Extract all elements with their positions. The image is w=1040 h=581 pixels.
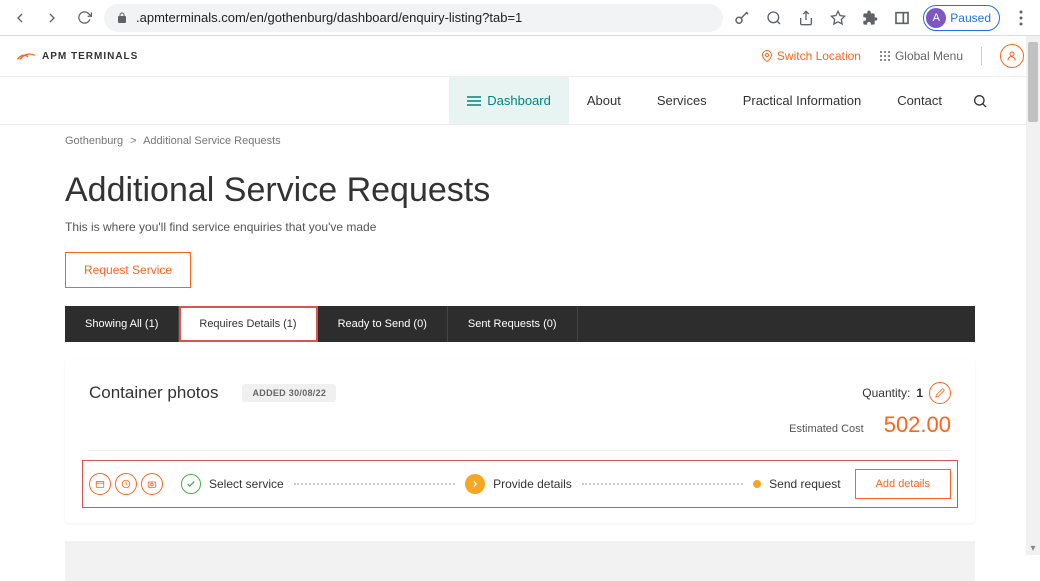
grid-icon <box>879 50 891 62</box>
profile-badge[interactable]: A Paused <box>923 5 1000 31</box>
extensions-icon[interactable] <box>859 7 881 29</box>
step-send-request: Send request <box>753 477 840 491</box>
request-service-button[interactable]: Request Service <box>65 252 191 288</box>
estimated-cost-label: Estimated Cost <box>789 423 864 435</box>
global-menu-text: Global Menu <box>895 49 963 63</box>
site-header: APM TERMINALS Switch Location Global Men… <box>0 36 1040 77</box>
breadcrumb: Gothenburg > Additional Service Requests <box>65 125 975 157</box>
lock-icon <box>116 12 128 24</box>
url-text: .apmterminals.com/en/gothenburg/dashboar… <box>136 10 522 25</box>
estimated-cost-value: 502.00 <box>884 412 951 438</box>
request-card: Container photos ADDED 30/08/22 Quantity… <box>65 360 975 523</box>
pencil-icon <box>935 388 945 398</box>
scrollbar-thumb[interactable] <box>1028 42 1038 122</box>
logo-text: APM TERMINALS <box>42 51 138 62</box>
browser-toolbar: .apmterminals.com/en/gothenburg/dashboar… <box>0 0 1040 36</box>
nav-practical-label: Practical Information <box>743 93 862 108</box>
tab-ready-to-send[interactable]: Ready to Send (0) <box>318 306 448 342</box>
step-done-icon <box>181 474 201 494</box>
add-details-button[interactable]: Add details <box>855 469 951 499</box>
reload-button[interactable] <box>72 6 96 30</box>
nav-dashboard-label: Dashboard <box>487 93 551 108</box>
clock-icon <box>121 479 131 489</box>
step-pending-icon <box>753 480 761 488</box>
card-added-badge: ADDED 30/08/22 <box>242 384 336 402</box>
card-title: Container photos <box>89 383 218 403</box>
nav-practical[interactable]: Practical Information <box>725 77 880 124</box>
check-icon <box>186 479 196 489</box>
search-icon <box>972 93 988 109</box>
user-icon <box>1006 50 1018 62</box>
panel-icon[interactable] <box>891 7 913 29</box>
container-type-icon-1 <box>89 473 111 495</box>
step3-label: Send request <box>769 477 840 491</box>
nav-contact[interactable]: Contact <box>879 77 960 124</box>
switch-location-text: Switch Location <box>777 49 861 63</box>
quantity-value: 1 <box>916 386 923 400</box>
share-icon[interactable] <box>795 7 817 29</box>
profile-avatar: A <box>926 8 946 28</box>
nav-services[interactable]: Services <box>639 77 725 124</box>
nav-dashboard[interactable]: Dashboard <box>449 77 569 124</box>
step-connector <box>582 483 743 485</box>
site-logo[interactable]: APM TERMINALS <box>16 50 138 62</box>
profile-status: Paused <box>950 11 991 25</box>
user-avatar[interactable] <box>1000 44 1024 68</box>
nav-search[interactable] <box>960 77 1000 124</box>
forward-button[interactable] <box>40 6 64 30</box>
tab-requires-details[interactable]: Requires Details (1) <box>179 306 317 342</box>
tabs-bar: Showing All (1) Requires Details (1) Rea… <box>65 306 975 342</box>
below-card-area <box>65 541 975 581</box>
box-icon <box>95 479 105 489</box>
container-type-icon-2 <box>115 473 137 495</box>
arrow-right-icon <box>470 479 480 489</box>
list-icon <box>467 96 481 106</box>
zoom-icon[interactable] <box>763 7 785 29</box>
vertical-scrollbar[interactable]: ▾ <box>1026 36 1040 555</box>
nav-about-label: About <box>587 93 621 108</box>
step-active-icon <box>465 474 485 494</box>
breadcrumb-current: Additional Service Requests <box>143 135 281 147</box>
scrollbar-down-arrow[interactable]: ▾ <box>1026 541 1040 555</box>
breadcrumb-sep: > <box>130 135 136 147</box>
tab-sent-requests[interactable]: Sent Requests (0) <box>448 306 578 342</box>
breadcrumb-root[interactable]: Gothenburg <box>65 135 123 147</box>
back-button[interactable] <box>8 6 32 30</box>
switch-location-link[interactable]: Switch Location <box>761 49 861 63</box>
nav-contact-label: Contact <box>897 93 942 108</box>
edit-quantity-button[interactable] <box>929 382 951 404</box>
quantity-label: Quantity: <box>862 386 910 400</box>
key-icon[interactable] <box>731 7 753 29</box>
kebab-menu-icon[interactable] <box>1010 7 1032 29</box>
nav-about[interactable]: About <box>569 77 639 124</box>
container-type-icon-3 <box>141 473 163 495</box>
step2-label: Provide details <box>493 477 572 491</box>
step-provide-details: Provide details <box>465 474 572 494</box>
page-title: Additional Service Requests <box>65 171 975 210</box>
pin-icon <box>761 49 773 63</box>
step-connector <box>294 483 455 485</box>
global-menu-link[interactable]: Global Menu <box>879 49 963 63</box>
steps-row: Select service Provide details Send requ… <box>89 467 951 501</box>
step-select-service: Select service <box>181 474 284 494</box>
page-subtitle: This is where you'll find service enquir… <box>65 220 975 234</box>
divider <box>981 47 982 65</box>
logo-swoosh-icon <box>16 50 36 62</box>
address-bar[interactable]: .apmterminals.com/en/gothenburg/dashboar… <box>104 4 723 32</box>
bookmark-star-icon[interactable] <box>827 7 849 29</box>
step1-label: Select service <box>209 477 284 491</box>
main-nav: Dashboard About Services Practical Infor… <box>0 77 1040 125</box>
nav-services-label: Services <box>657 93 707 108</box>
card-divider <box>89 450 951 451</box>
camera-icon <box>147 479 157 489</box>
tab-showing-all[interactable]: Showing All (1) <box>65 306 179 342</box>
